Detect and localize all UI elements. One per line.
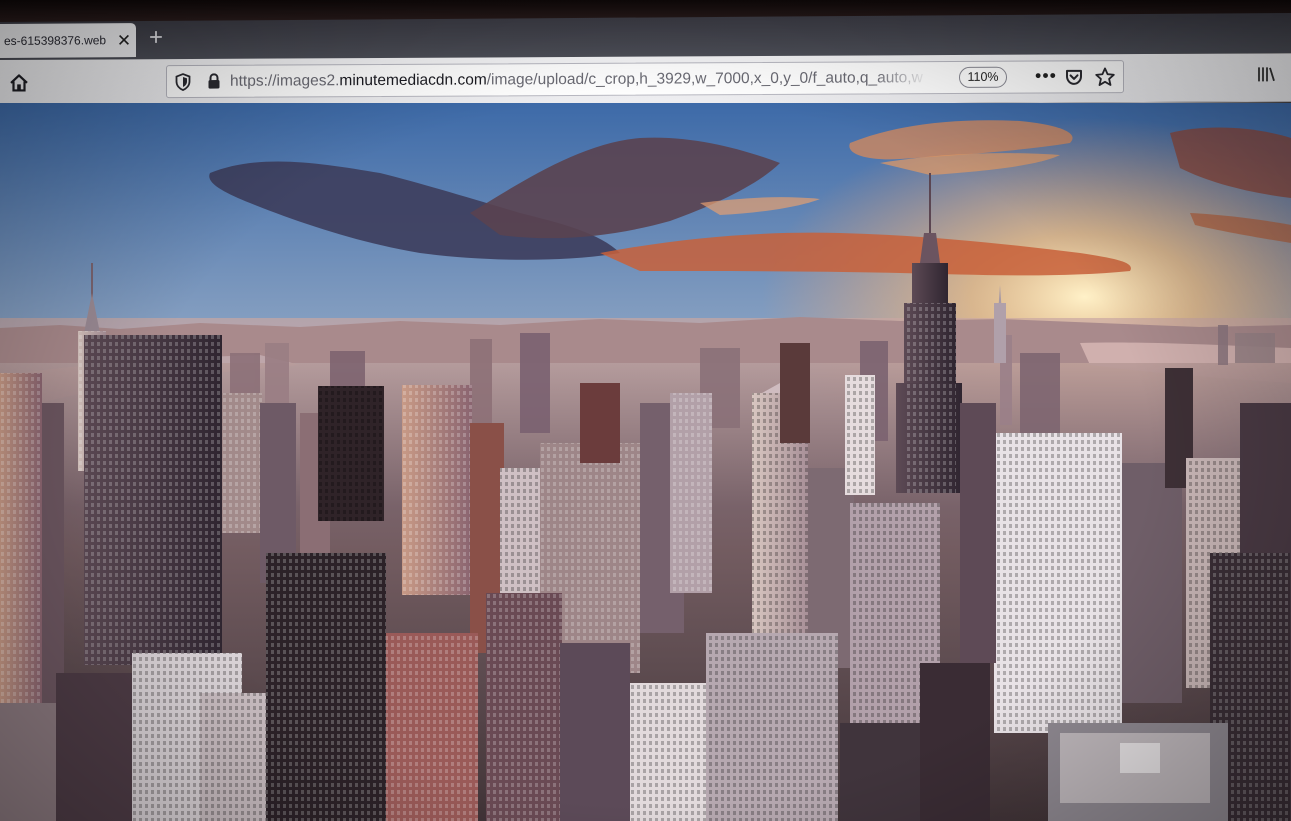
new-tab-button[interactable]: + [143,24,169,52]
url-prefix: https://images2. [230,72,340,90]
home-icon[interactable] [8,72,30,94]
white-slab-right [994,433,1122,733]
nav-toolbar: https://images2.minutemediacdn.com/image… [0,53,1291,109]
url-bar[interactable]: https://images2.minutemediacdn.com/image… [166,60,1124,99]
tall-slab-left [84,335,222,665]
pocket-icon[interactable] [1064,67,1084,87]
url-host: minutemediacdn.com [339,71,487,90]
url-text[interactable]: https://images2.minutemediacdn.com/image… [230,62,930,97]
tab-title: es-615398376.web [4,33,107,48]
webpage-image-viewer [0,103,1291,821]
bookmark-star-icon[interactable] [1094,66,1116,88]
tracking-protection-shield-icon[interactable] [175,73,191,92]
page-actions-more-icon[interactable]: ••• [1033,64,1059,90]
browser-tab-active[interactable]: es-615398376.web ✕ [0,23,136,58]
browser-screen: es-615398376.web ✕ + https://images2.min… [0,0,1291,821]
zoom-level-button[interactable]: 110% [959,66,1007,88]
lock-icon[interactable] [207,73,221,90]
url-path: /image/upload/c_crop,h_3929,w_7000,x_0,y… [486,69,923,89]
close-tab-icon[interactable]: ✕ [116,31,132,50]
city-skyline-image [0,103,1291,821]
library-icon[interactable] [1256,65,1276,85]
